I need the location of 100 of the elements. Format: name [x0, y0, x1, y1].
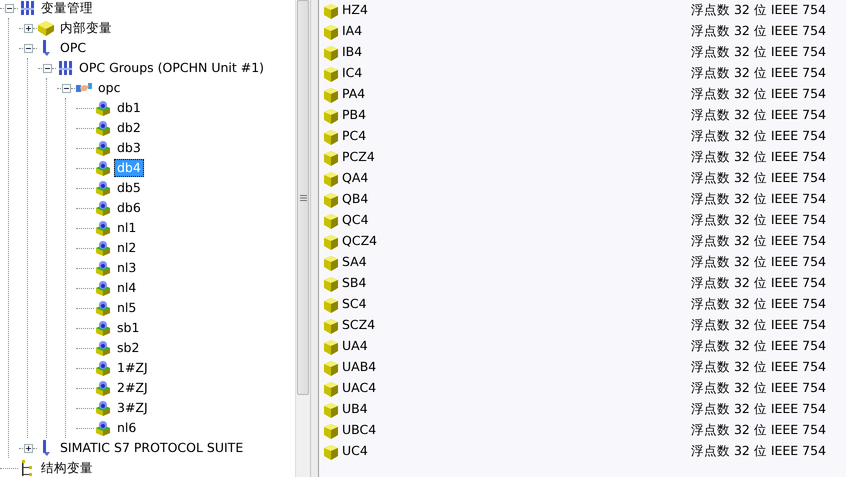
tree-item[interactable]: nl3	[114, 259, 140, 277]
cube-icon	[322, 22, 340, 40]
variable-name[interactable]: QB4	[342, 190, 691, 209]
tree-item[interactable]: 3#ZJ	[114, 399, 151, 417]
tree-item[interactable]: db2	[114, 119, 144, 137]
cube-icon	[322, 44, 340, 62]
tree-item[interactable]: 变量管理	[38, 0, 96, 17]
variable-type: 浮点数 32 位 IEEE 754	[691, 1, 826, 20]
scrollbar-thumb[interactable]	[297, 0, 309, 395]
variable-type: 浮点数 32 位 IEEE 754	[691, 85, 826, 104]
tag-icon	[94, 359, 112, 377]
expand-toggle[interactable]	[24, 24, 33, 32]
variable-name[interactable]: UAB4	[342, 358, 691, 377]
variable-name[interactable]: QC4	[342, 211, 691, 230]
tree-item[interactable]: OPC Groups (OPCHN Unit #1)	[76, 59, 268, 77]
cube-icon	[322, 422, 340, 440]
tree-item[interactable]: nl5	[114, 299, 140, 317]
variable-name[interactable]: SCZ4	[342, 316, 691, 335]
cube-icon	[322, 232, 340, 250]
variable-type: 浮点数 32 位 IEEE 754	[691, 400, 826, 418]
variable-type: 浮点数 32 位 IEEE 754	[691, 295, 826, 314]
tag-icon	[94, 339, 112, 357]
tag-icon	[94, 399, 112, 417]
variable-name[interactable]: SC4	[342, 295, 691, 314]
tree-item[interactable]: OPC	[57, 39, 90, 57]
tag-icon	[94, 179, 112, 197]
tree-item[interactable]: 1#ZJ	[114, 359, 151, 377]
tree-item[interactable]: 2#ZJ	[114, 379, 151, 397]
variable-type: 浮点数 32 位 IEEE 754	[691, 442, 826, 460]
variable-type: 浮点数 32 位 IEEE 754	[691, 190, 826, 208]
variable-name[interactable]: SB4	[342, 274, 691, 293]
tree-item[interactable]: nl2	[114, 239, 140, 257]
variable-name[interactable]: IB4	[342, 43, 691, 62]
variable-name[interactable]: UBC4	[342, 421, 691, 440]
tag-icon	[94, 219, 112, 237]
tree-item[interactable]: sb2	[114, 339, 142, 357]
tree-item[interactable]: 内部变量	[57, 19, 115, 37]
tag-icon	[94, 99, 112, 117]
cube-icon	[322, 338, 340, 356]
variable-name[interactable]: IA4	[342, 22, 691, 41]
tree-item[interactable]: nl4	[114, 279, 140, 297]
tag-icon	[94, 279, 112, 297]
variable-name[interactable]: QCZ4	[342, 232, 691, 251]
bars-icon	[18, 0, 36, 17]
variable-name[interactable]: UAC4	[342, 379, 691, 398]
variable-type: 浮点数 32 位 IEEE 754	[691, 358, 826, 376]
cube-icon	[322, 274, 340, 292]
collapse-toggle[interactable]	[24, 44, 33, 52]
tag-icon	[94, 299, 112, 317]
collapse-toggle[interactable]	[5, 4, 14, 12]
tag-icon	[94, 259, 112, 277]
tree-item[interactable]: 结构变量	[38, 459, 96, 477]
tree-item[interactable]: nl6	[114, 419, 140, 437]
cubes-icon	[37, 19, 55, 37]
tag-icon	[94, 239, 112, 257]
collapse-toggle[interactable]	[62, 84, 71, 92]
variable-type: 浮点数 32 位 IEEE 754	[691, 316, 826, 334]
expand-toggle[interactable]	[24, 444, 33, 452]
variable-name[interactable]: UC4	[342, 442, 691, 461]
cube-icon	[322, 400, 340, 418]
variable-type: 浮点数 32 位 IEEE 754	[691, 337, 826, 356]
tree-item[interactable]: db3	[114, 139, 144, 157]
tree-item[interactable]: sb1	[114, 319, 142, 337]
variable-type: 浮点数 32 位 IEEE 754	[691, 127, 826, 146]
variable-type: 浮点数 32 位 IEEE 754	[691, 22, 826, 40]
cube-icon	[322, 170, 340, 188]
variable-type: 浮点数 32 位 IEEE 754	[691, 421, 826, 440]
tree-item[interactable]: db1	[114, 99, 144, 117]
tree-item[interactable]: db5	[114, 179, 144, 197]
variable-name[interactable]: SA4	[342, 253, 691, 272]
cube-icon	[322, 128, 340, 146]
variable-type: 浮点数 32 位 IEEE 754	[691, 211, 826, 230]
tree-item[interactable]: db6	[114, 199, 144, 217]
tree-item[interactable]: SIMATIC S7 PROTOCOL SUITE	[57, 439, 246, 457]
variable-type: 浮点数 32 位 IEEE 754	[691, 379, 826, 398]
tag-icon	[94, 199, 112, 217]
variable-type: 浮点数 32 位 IEEE 754	[691, 64, 826, 82]
cube-icon	[322, 296, 340, 314]
variable-name[interactable]: UA4	[342, 337, 691, 356]
variable-name[interactable]: PB4	[342, 106, 691, 125]
variable-name[interactable]: HZ4	[342, 1, 691, 20]
cube-icon	[322, 106, 340, 124]
variable-type: 浮点数 32 位 IEEE 754	[691, 169, 826, 188]
variable-type: 浮点数 32 位 IEEE 754	[691, 106, 826, 124]
tag-icon	[94, 139, 112, 157]
variable-name[interactable]: IC4	[342, 64, 691, 83]
variable-name[interactable]: QA4	[342, 169, 691, 188]
bars-icon	[56, 59, 74, 77]
tree-item[interactable]: nl1	[114, 219, 140, 237]
collapse-toggle[interactable]	[43, 64, 52, 72]
variable-name[interactable]: PCZ4	[342, 148, 691, 167]
cube-icon	[322, 380, 340, 398]
cube-icon	[322, 148, 340, 166]
variable-name[interactable]: PC4	[342, 127, 691, 146]
variable-type: 浮点数 32 位 IEEE 754	[691, 148, 826, 166]
tag-icon	[94, 319, 112, 337]
variable-name[interactable]: UB4	[342, 400, 691, 419]
variable-name[interactable]: PA4	[342, 85, 691, 104]
grip-icon	[300, 194, 306, 202]
tree-item[interactable]: opc	[95, 79, 124, 97]
